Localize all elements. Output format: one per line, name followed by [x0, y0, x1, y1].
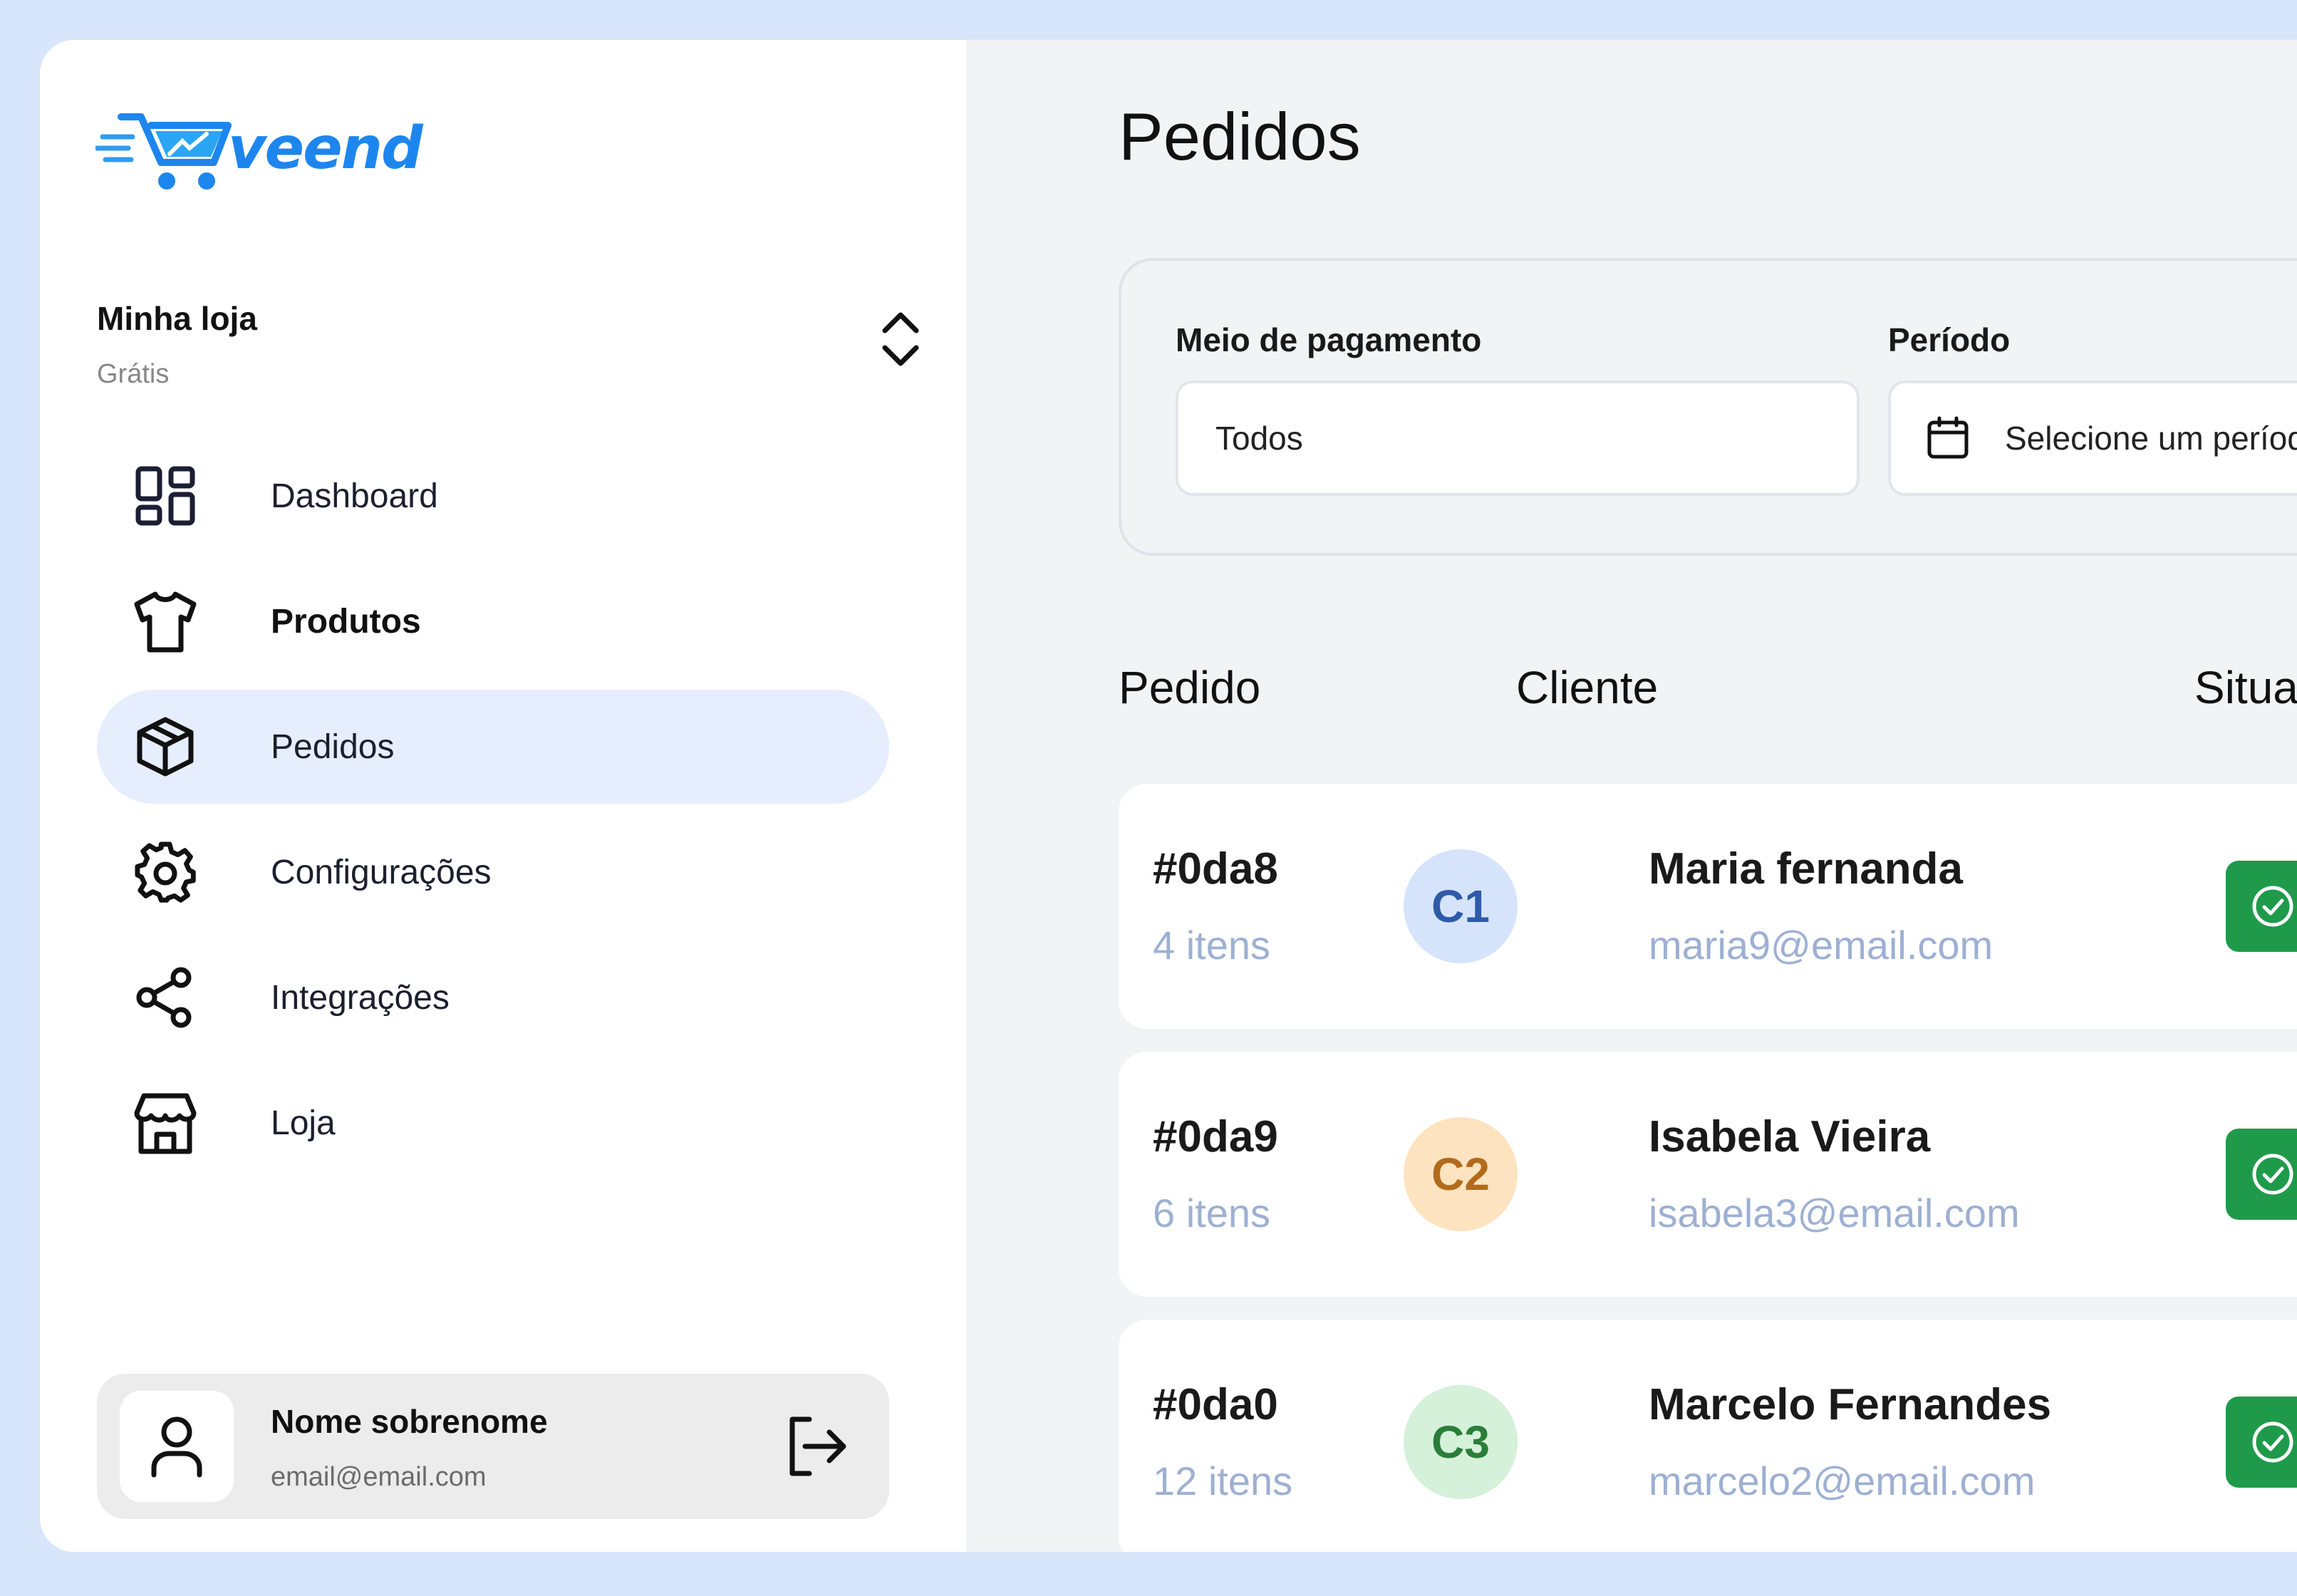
main-nav: Dashboard Produtos Pedidos Configurações…: [97, 439, 889, 1191]
store-switcher[interactable]: Minha loja Grátis: [97, 282, 930, 396]
customer-name: Marcelo Fernandes: [1649, 1380, 2052, 1429]
brand-name: veend: [228, 114, 423, 182]
payment-method-value: Todos: [1215, 420, 1303, 457]
column-header-situacao[interactable]: Situação: [2194, 661, 2297, 714]
customer-name: Isabela Vieira: [1649, 1112, 1931, 1161]
share-icon: [136, 967, 192, 1028]
calendar-icon: [1927, 416, 1969, 459]
nav-label-loja: Loja: [271, 1104, 336, 1142]
check-circle-icon: [2252, 886, 2293, 927]
user-email: email@email.com: [271, 1462, 487, 1492]
store-name: Minha loja: [97, 300, 257, 337]
nav-item-loja[interactable]: Loja: [97, 1066, 889, 1180]
order-id: #0da9: [1153, 1112, 1278, 1161]
status-badge[interactable]: [2226, 1396, 2297, 1488]
dashboard-icon: [135, 466, 195, 526]
user-icon: [151, 1416, 202, 1478]
customer-email: maria9@email.com: [1649, 923, 1993, 968]
nav-item-configuracoes[interactable]: Configurações: [97, 815, 889, 929]
chevron-up-down-icon[interactable]: [881, 309, 921, 369]
nav-label-produtos: Produtos: [271, 602, 421, 641]
avatar[interactable]: [120, 1391, 234, 1502]
customer-avatar: C3: [1404, 1385, 1518, 1499]
table-row[interactable]: #0da8 4 itens C1 Maria fernanda maria9@e…: [1119, 784, 2297, 1029]
store-icon: [134, 1093, 197, 1154]
check-circle-icon: [2252, 1421, 2293, 1463]
store-plan: Grátis: [97, 359, 170, 389]
column-header-cliente[interactable]: Cliente: [1516, 661, 1658, 714]
period-picker[interactable]: Selecione um período: [1888, 380, 2297, 496]
status-badge[interactable]: [2226, 1129, 2297, 1220]
user-name: Nome sobrenome: [271, 1403, 548, 1440]
order-id: #0da0: [1153, 1380, 1278, 1429]
shirt-icon: [134, 591, 197, 653]
customer-avatar: C2: [1404, 1117, 1518, 1231]
status-badge[interactable]: [2226, 861, 2297, 952]
cart-logo-icon: [95, 113, 232, 190]
main-content: Pedidos Meio de pagamento Todos Período …: [966, 40, 2297, 1552]
gear-icon: [135, 841, 196, 903]
table-row[interactable]: #0da9 6 itens C2 Isabela Vieira isabela3…: [1119, 1052, 2297, 1297]
table-row[interactable]: #0da0 12 itens C3 Marcelo Fernandes marc…: [1119, 1320, 2297, 1552]
nav-item-dashboard[interactable]: Dashboard: [97, 439, 889, 553]
nav-item-integracoes[interactable]: Integrações: [97, 940, 889, 1054]
nav-label-dashboard: Dashboard: [271, 477, 438, 515]
filters-panel: Meio de pagamento Todos Período Selecion…: [1119, 258, 2297, 556]
payment-filter-label: Meio de pagamento: [1176, 321, 1482, 358]
period-filter-label: Período: [1888, 321, 2011, 358]
nav-label-pedidos: Pedidos: [271, 727, 395, 766]
page-title: Pedidos: [1119, 99, 1361, 174]
customer-avatar: C1: [1404, 849, 1518, 963]
nav-label-configuracoes: Configurações: [271, 853, 492, 891]
box-icon: [137, 717, 194, 777]
period-placeholder: Selecione um período: [2005, 420, 2297, 457]
customer-email: isabela3@email.com: [1649, 1191, 2020, 1235]
customer-name: Maria fernanda: [1649, 844, 1964, 893]
column-header-pedido[interactable]: Pedido: [1119, 661, 1260, 714]
order-id: #0da8: [1153, 844, 1278, 893]
order-items-count: 4 itens: [1153, 923, 1270, 968]
payment-method-select[interactable]: Todos: [1176, 380, 1860, 496]
nav-item-pedidos[interactable]: Pedidos: [97, 690, 889, 804]
user-card: Nome sobrenome email@email.com: [97, 1374, 889, 1519]
nav-label-integracoes: Integrações: [271, 978, 450, 1017]
nav-item-produtos[interactable]: Produtos: [97, 564, 889, 678]
check-circle-icon: [2252, 1154, 2293, 1195]
order-items-count: 6 itens: [1153, 1191, 1270, 1235]
brand-logo[interactable]: veend: [95, 98, 423, 198]
app-window: veend Minha loja Grátis Dashboard Produt…: [40, 40, 2297, 1552]
order-items-count: 12 itens: [1153, 1458, 1293, 1503]
logout-icon[interactable]: [784, 1414, 849, 1479]
sidebar: veend Minha loja Grátis Dashboard Produt…: [40, 40, 966, 1552]
customer-email: marcelo2@email.com: [1649, 1458, 2036, 1503]
